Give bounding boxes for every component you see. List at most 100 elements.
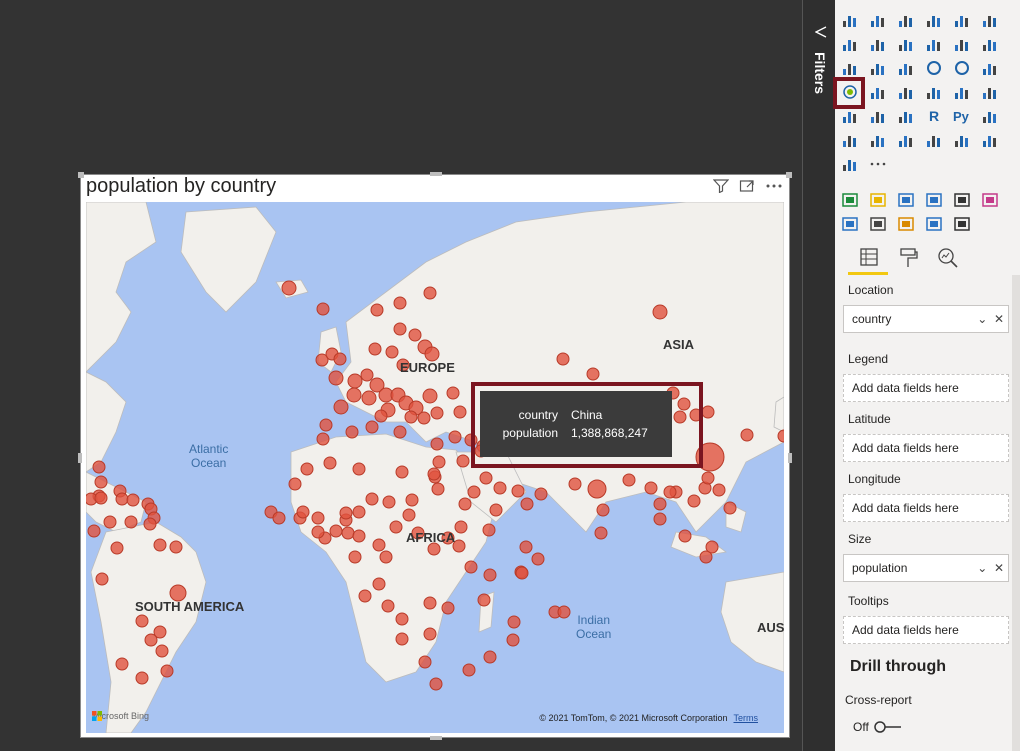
custom-visual-9-icon[interactable] <box>925 216 943 232</box>
smart-narrative-icon[interactable] <box>897 132 915 148</box>
country-bubble[interactable] <box>370 303 384 317</box>
filters-label[interactable]: Filters <box>812 52 828 94</box>
country-bubble[interactable] <box>596 503 610 517</box>
waterfall-icon[interactable] <box>841 60 859 76</box>
country-bubble[interactable] <box>477 593 491 607</box>
country-bubble[interactable] <box>446 386 460 400</box>
country-bubble[interactable] <box>395 465 409 479</box>
country-bubble[interactable] <box>556 352 570 366</box>
country-bubble[interactable] <box>153 538 167 552</box>
custom-visual-3-icon[interactable] <box>925 192 943 208</box>
scatter-icon[interactable] <box>897 60 915 76</box>
qa-icon[interactable] <box>869 132 887 148</box>
country-bubble[interactable] <box>483 650 497 664</box>
country-bubble[interactable] <box>339 506 353 520</box>
country-bubble[interactable] <box>352 462 366 476</box>
line-chart-icon[interactable] <box>841 36 859 52</box>
country-bubble[interactable] <box>712 483 726 497</box>
country-bubble[interactable] <box>395 612 409 626</box>
country-bubble[interactable] <box>385 345 399 359</box>
country-bubble[interactable] <box>456 454 470 468</box>
country-bubble[interactable] <box>393 322 407 336</box>
country-bubble[interactable] <box>519 540 533 554</box>
country-bubble[interactable] <box>418 655 432 669</box>
country-bubble[interactable] <box>115 657 129 671</box>
country-bubble[interactable] <box>723 501 737 515</box>
r-visual-icon[interactable]: R <box>925 108 943 124</box>
country-bubble[interactable] <box>155 644 169 658</box>
multirow-card-icon[interactable] <box>953 84 971 100</box>
country-bubble[interactable] <box>95 572 109 586</box>
country-bubble[interactable] <box>328 370 344 386</box>
well-longitude[interactable]: Add data fields here <box>843 494 1009 522</box>
country-bubble[interactable] <box>92 460 106 474</box>
country-bubble[interactable] <box>663 485 677 499</box>
country-bubble[interactable] <box>311 525 325 539</box>
country-bubble[interactable] <box>381 599 395 613</box>
country-bubble[interactable] <box>341 526 355 540</box>
resize-handle[interactable] <box>786 172 792 178</box>
country-bubble[interactable] <box>687 494 701 508</box>
analytics-tab-icon[interactable] <box>937 247 959 274</box>
country-bubble[interactable] <box>467 485 481 499</box>
country-bubble[interactable] <box>483 568 497 582</box>
country-bubble[interactable] <box>520 497 534 511</box>
country-bubble[interactable] <box>115 492 129 506</box>
country-bubble[interactable] <box>479 471 493 485</box>
country-bubble[interactable] <box>311 511 325 525</box>
country-bubble[interactable] <box>531 552 545 566</box>
country-bubble[interactable] <box>511 484 525 498</box>
country-bubble[interactable] <box>454 520 468 534</box>
country-bubble[interactable] <box>288 477 302 491</box>
country-bubble[interactable] <box>352 505 366 519</box>
filters-pane-collapsed[interactable]: Filters <box>802 0 836 751</box>
country-bubble[interactable] <box>365 492 379 506</box>
resize-handle[interactable] <box>788 453 792 463</box>
custom-visual-1-icon[interactable] <box>841 192 859 208</box>
chevron-down-icon[interactable]: ⌄ <box>977 312 987 326</box>
100-column-icon[interactable] <box>981 12 999 28</box>
country-bubble[interactable] <box>372 538 386 552</box>
pane-scrollbar[interactable] <box>1012 275 1020 751</box>
country-bubble[interactable] <box>430 437 444 451</box>
card-icon[interactable] <box>925 84 943 100</box>
resize-handle[interactable] <box>430 736 442 740</box>
country-bubble[interactable] <box>594 526 608 540</box>
country-bubble[interactable] <box>393 296 407 310</box>
resize-handle[interactable] <box>430 172 442 176</box>
paginated-report-icon[interactable] <box>925 132 943 148</box>
gauge-icon[interactable] <box>897 84 915 100</box>
country-bubble[interactable] <box>272 511 286 525</box>
country-bubble[interactable] <box>515 566 529 580</box>
country-bubble[interactable] <box>586 367 600 381</box>
chevron-down-icon[interactable]: ⌄ <box>977 561 987 575</box>
country-bubble[interactable] <box>622 473 636 487</box>
country-bubble[interactable] <box>417 411 431 425</box>
country-bubble[interactable] <box>361 390 377 406</box>
country-bubble[interactable] <box>701 405 715 419</box>
country-bubble[interactable] <box>402 508 416 522</box>
country-bubble[interactable] <box>699 550 713 564</box>
country-bubble[interactable] <box>423 286 437 300</box>
country-bubble[interactable] <box>347 373 363 389</box>
country-bubble[interactable] <box>431 482 445 496</box>
country-bubble[interactable] <box>408 328 422 342</box>
country-bubble[interactable] <box>374 409 388 423</box>
country-bubble[interactable] <box>423 627 437 641</box>
custom-visual-2-icon[interactable] <box>869 192 887 208</box>
stacked-bar-icon[interactable] <box>841 12 859 28</box>
well-latitude[interactable]: Add data fields here <box>843 434 1009 462</box>
line-column-icon[interactable] <box>925 36 943 52</box>
filter-icon[interactable] <box>712 179 730 196</box>
country-bubble[interactable] <box>103 515 117 529</box>
country-bubble[interactable] <box>393 425 407 439</box>
arcgis-icon[interactable] <box>841 156 859 172</box>
cross-report-toggle[interactable]: Off <box>853 720 903 734</box>
remove-field-icon[interactable]: ✕ <box>994 312 1004 326</box>
clustered-bar-icon[interactable] <box>897 12 915 28</box>
country-bubble[interactable] <box>701 471 715 485</box>
country-bubble[interactable] <box>300 462 314 476</box>
country-bubble[interactable] <box>135 614 149 628</box>
country-bubble[interactable] <box>653 497 667 511</box>
country-bubble[interactable] <box>389 520 403 534</box>
